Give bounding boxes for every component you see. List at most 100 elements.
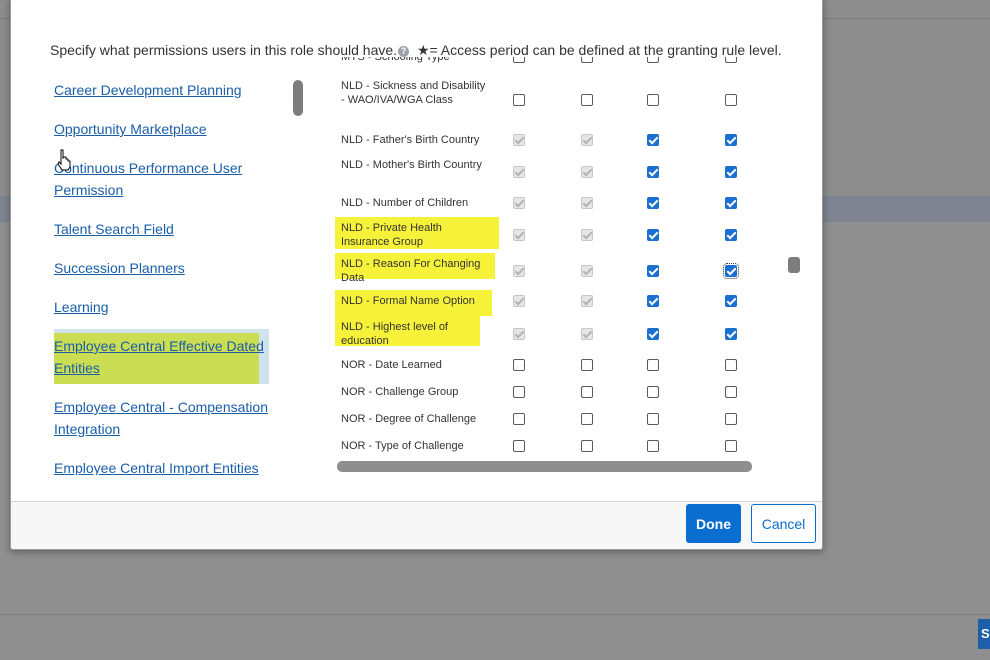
permission-checkbox[interactable] (647, 413, 659, 425)
background-button[interactable]: S (978, 619, 990, 649)
permission-checkbox[interactable] (725, 413, 737, 425)
link-ec-effective-dated-entities[interactable]: Employee Central Effective Dated Entitie… (54, 335, 269, 379)
permission-row: NLD - Mother's Birth Country (327, 158, 767, 186)
permission-checkbox[interactable] (725, 94, 737, 106)
permission-checkbox[interactable] (647, 265, 659, 277)
permission-label: NOR - Challenge Group (341, 386, 459, 398)
permission-checkbox[interactable] (723, 263, 739, 279)
permission-checkbox[interactable] (581, 94, 593, 106)
done-button[interactable]: Done (686, 504, 741, 543)
permission-checkbox[interactable] (725, 134, 737, 146)
permission-row: NOR - Type of Challenge (327, 439, 767, 453)
permission-row: NLD - Formal Name Option (327, 290, 767, 316)
permission-checkbox[interactable] (725, 229, 737, 241)
access-period-note: ★= Access period can be defined at the g… (416, 42, 782, 58)
permission-label: NLD - Father's Birth Country (341, 134, 480, 146)
background-page-footer (0, 615, 990, 660)
permission-row: MYS - Schooling Type (327, 57, 767, 64)
permission-label: NLD - Number of Children (341, 197, 469, 209)
permission-label: NLD - Mother's Birth Country (341, 159, 482, 171)
permission-checkbox (513, 166, 525, 178)
permission-checkbox[interactable] (647, 197, 659, 209)
permission-checkbox[interactable] (581, 413, 593, 425)
permission-label: NOR - Degree of Challenge (341, 413, 477, 425)
hand-cursor-icon (57, 149, 71, 171)
permission-checkbox[interactable] (513, 359, 525, 371)
permission-checkbox (513, 134, 525, 146)
permission-checkbox[interactable] (581, 57, 593, 63)
permission-row: NOR - Challenge Group (327, 385, 767, 399)
permission-checkbox[interactable] (647, 57, 659, 63)
permission-checkbox[interactable] (647, 94, 659, 106)
permission-checkbox[interactable] (725, 166, 737, 178)
permission-row: NLD - Private Health Insurance Group (327, 217, 767, 249)
permission-checkbox[interactable] (647, 295, 659, 307)
link-career-development-planning[interactable]: Career Development Planning (54, 79, 242, 101)
permission-checkbox (513, 295, 525, 307)
permission-checkbox[interactable] (647, 359, 659, 371)
permission-checkbox (581, 328, 593, 340)
grid-vertical-scrollbar[interactable] (788, 257, 800, 273)
permission-checkbox[interactable] (725, 57, 737, 63)
permission-checkbox[interactable] (513, 440, 525, 452)
permission-row: NLD - Sickness and Disability - WAO/IVA/… (327, 79, 767, 121)
link-ec-import-entities[interactable]: Employee Central Import Entities (54, 457, 259, 475)
permission-checkbox[interactable] (725, 386, 737, 398)
permission-checkbox[interactable] (647, 440, 659, 452)
permission-label: NOR - Type of Challenge (341, 440, 464, 452)
permission-checkbox (581, 197, 593, 209)
permission-checkbox[interactable] (647, 166, 659, 178)
permission-checkbox[interactable] (725, 328, 737, 340)
permission-checkbox[interactable] (647, 229, 659, 241)
permission-checkbox (581, 265, 593, 277)
left-list-scrollbar[interactable] (293, 80, 303, 116)
permission-checkbox (581, 229, 593, 241)
permission-checkbox[interactable] (725, 197, 737, 209)
permission-checkbox (581, 134, 593, 146)
link-succession-planners[interactable]: Succession Planners (54, 257, 185, 279)
permission-checkbox (513, 265, 525, 277)
permission-checkbox[interactable] (647, 386, 659, 398)
help-icon[interactable]: ? (398, 46, 410, 57)
permission-checkbox[interactable] (725, 359, 737, 371)
link-ec-compensation-integration[interactable]: Employee Central - Compensation Integrat… (54, 396, 274, 440)
link-opportunity-marketplace[interactable]: Opportunity Marketplace (54, 118, 207, 140)
permissions-dialog: Specify what permissions users in this r… (10, 0, 823, 550)
permission-label: NLD - Private Health Insurance Group (341, 222, 442, 248)
grid-horizontal-scrollbar[interactable] (337, 461, 752, 472)
permission-checkbox[interactable] (581, 359, 593, 371)
permission-checkbox[interactable] (581, 386, 593, 398)
permission-checkbox[interactable] (513, 386, 525, 398)
link-learning[interactable]: Learning (54, 296, 109, 318)
permission-label: NLD - Highest level of education (341, 321, 448, 347)
permission-row: NLD - Highest level of education (327, 314, 767, 348)
link-continuous-performance[interactable]: Continuous Performance User Permission (54, 157, 254, 201)
permission-checkbox (581, 166, 593, 178)
description-text: Specify what permissions users in this r… (50, 42, 398, 58)
permission-label: NLD - Reason For Changing Data (341, 258, 481, 284)
permission-label: MYS - Schooling Type (341, 57, 450, 63)
permission-row: NLD - Father's Birth Country (327, 133, 767, 147)
permission-checkbox[interactable] (725, 295, 737, 307)
permission-label: NLD - Sickness and Disability - WAO/IVA/… (341, 80, 486, 106)
permission-checkbox (513, 328, 525, 340)
permission-category-list: Career Development Planning Opportunity … (54, 65, 294, 475)
permission-checkbox[interactable] (581, 440, 593, 452)
permission-checkbox (581, 295, 593, 307)
permission-checkbox[interactable] (647, 328, 659, 340)
permission-checkbox[interactable] (725, 440, 737, 452)
permission-label: NOR - Date Learned (341, 359, 442, 371)
permission-row: NOR - Date Learned (327, 358, 767, 372)
permission-row: NLD - Reason For Changing Data (327, 253, 767, 285)
permission-grid: MYS - Schooling Type NLD - Sickness and D… (327, 57, 767, 457)
permission-checkbox[interactable] (513, 94, 525, 106)
link-talent-search-field[interactable]: Talent Search Field (54, 218, 174, 240)
permission-checkbox[interactable] (513, 413, 525, 425)
cancel-button[interactable]: Cancel (751, 504, 816, 543)
permission-checkbox[interactable] (513, 57, 525, 63)
permission-checkbox (513, 197, 525, 209)
permission-row: NOR - Degree of Challenge (327, 412, 767, 426)
permission-label: NLD - Formal Name Option (341, 295, 475, 307)
permission-checkbox[interactable] (647, 134, 659, 146)
permission-checkbox (513, 229, 525, 241)
